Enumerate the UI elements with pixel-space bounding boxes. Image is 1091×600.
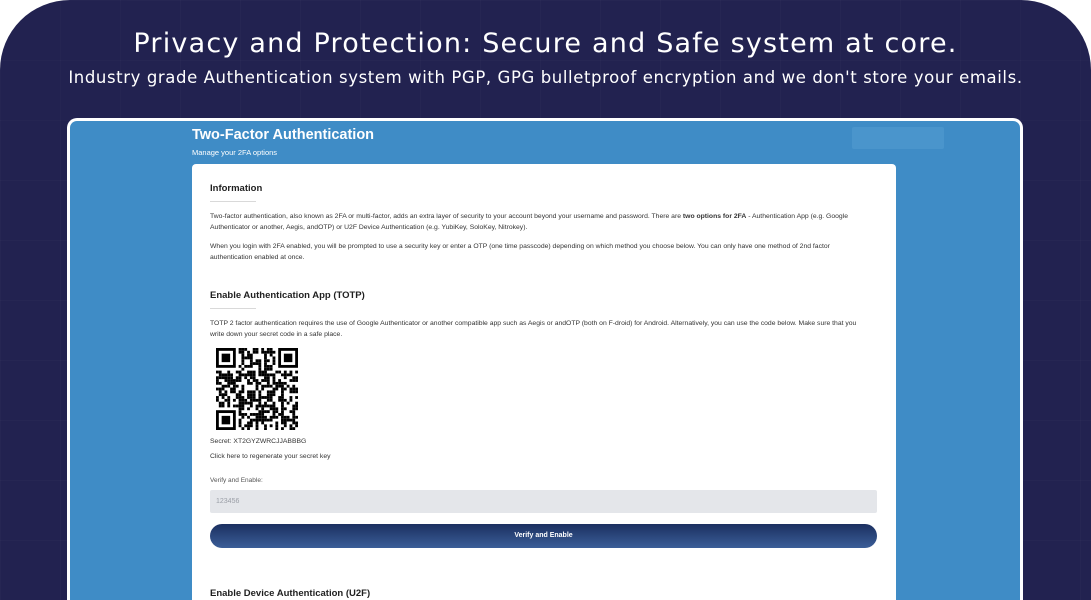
section-divider — [210, 201, 256, 202]
page-title: Two-Factor Authentication — [192, 127, 375, 143]
u2f-heading: Enable Device Authentication (U2F) — [210, 587, 371, 599]
banner-headline: Privacy and Protection: Secure and Safe … — [0, 28, 1091, 59]
banner-headline-rest: : Secure and Safe system at core. — [462, 28, 958, 59]
header-action-button[interactable] — [852, 127, 944, 149]
section-divider — [210, 308, 256, 310]
information-paragraph-1: Two-factor authentication, also known as… — [210, 212, 870, 233]
qr-code-icon — [216, 347, 298, 430]
verify-label: Verify and Enable: — [210, 476, 263, 484]
screenshot-frame: Two-Factor Authentication Manage your 2F… — [67, 118, 1023, 600]
app-screen: Two-Factor Authentication Manage your 2F… — [70, 121, 1020, 600]
info-text-bold: two options for 2FA — [682, 213, 747, 220]
totp-heading: Enable Authentication App (TOTP) — [210, 290, 365, 302]
page-subtitle: Manage your 2FA options — [192, 148, 278, 157]
information-paragraph-2: When you login with 2FA enabled, you wil… — [210, 243, 830, 261]
promo-banner: Privacy and Protection: Secure and Safe … — [0, 0, 1091, 600]
information-heading: Information — [210, 183, 263, 194]
settings-card: Information Two-factor authentication, a… — [192, 164, 896, 600]
totp-description: TOTP 2 factor authentication requires th… — [210, 320, 857, 338]
otp-code-input[interactable] — [210, 489, 877, 513]
secret-key-text: Secret: XT2GYZWRCJJABBBG — [210, 437, 307, 445]
info-text-pre: Two-factor authentication, also known as… — [210, 213, 683, 220]
banner-subline: Industry grade Authentication system wit… — [68, 68, 1023, 87]
banner-headline-bold: Privacy and Protection — [133, 28, 463, 59]
regenerate-secret-link[interactable]: Click here to regenerate your secret key — [210, 453, 331, 460]
verify-and-enable-button[interactable]: Verify and Enable — [210, 523, 877, 548]
